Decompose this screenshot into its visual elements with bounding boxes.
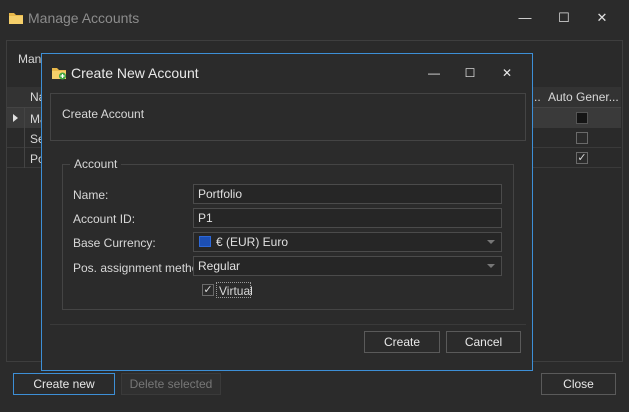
base-currency-select[interactable]: € (EUR) Euro [193, 232, 502, 252]
dialog-header-text: Create Account [62, 107, 145, 121]
maximize-icon[interactable]: ☐ [460, 64, 480, 82]
folder-icon [9, 13, 23, 24]
row-indicator [7, 148, 25, 168]
minimize-icon[interactable]: — [424, 64, 444, 82]
account-group-title: Account [70, 157, 122, 171]
auto-generated-checkbox[interactable]: ✓ [576, 152, 588, 164]
account-id-label: Account ID: [73, 212, 136, 226]
account-id-field[interactable]: P1 [193, 208, 502, 228]
folder-add-icon [52, 68, 66, 80]
name-field[interactable]: Portfolio [193, 184, 502, 204]
main-window-title: Manage Accounts [28, 10, 140, 26]
virtual-label[interactable]: Virtual [219, 284, 253, 298]
base-currency-label: Base Currency: [73, 236, 156, 250]
cancel-button[interactable]: Cancel [446, 331, 521, 353]
close-icon[interactable]: ✕ [591, 8, 613, 28]
maximize-icon[interactable]: ☐ [553, 8, 575, 28]
row-indicator [7, 108, 25, 128]
create-button[interactable]: Create [364, 331, 440, 353]
delete-selected-button[interactable]: Delete selected [121, 373, 221, 395]
minimize-icon[interactable]: — [514, 8, 536, 28]
close-button[interactable]: Close [541, 373, 616, 395]
name-label: Name: [73, 188, 109, 202]
column-header-truncated[interactable]: .. [534, 90, 541, 104]
chevron-down-icon [487, 264, 495, 268]
create-new-button[interactable]: Create new [13, 373, 115, 395]
auto-generated-checkbox[interactable] [576, 112, 588, 124]
close-icon[interactable]: ✕ [497, 64, 517, 82]
chevron-down-icon [487, 240, 495, 244]
pos-assignment-label: Pos. assignment method [73, 261, 206, 275]
virtual-checkbox[interactable]: ✓ [202, 284, 214, 296]
pos-assignment-select[interactable]: Regular [193, 256, 502, 276]
base-currency-value: € (EUR) Euro [216, 235, 289, 249]
row-pointer-icon [13, 114, 18, 122]
dialog-title: Create New Account [71, 65, 199, 81]
auto-generated-checkbox[interactable] [576, 132, 588, 144]
pos-assignment-value: Regular [198, 259, 241, 273]
row-indicator [7, 128, 25, 148]
eu-flag-icon [199, 236, 211, 247]
column-header-auto-generated[interactable]: Auto Gener... [548, 90, 619, 104]
